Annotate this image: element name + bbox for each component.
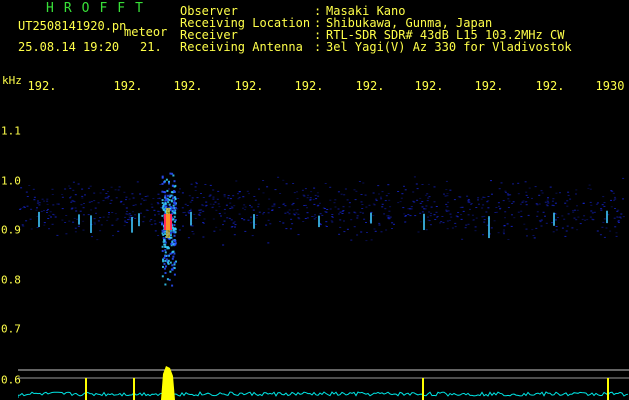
x-tick-label: 192. (173, 79, 203, 93)
noise-band (19, 176, 625, 246)
x-tick-label: 192. (414, 79, 444, 93)
x-tick-label: 192. (113, 79, 143, 93)
record-counter: 21. (140, 40, 162, 54)
x-tick-label: 1930 (595, 79, 625, 93)
record-datetime: 25.08.14 19:20 (18, 40, 120, 54)
info-value-antenna: 3el Yagi(V) Az 330 for Vladivostok (326, 40, 572, 54)
x-tick-label: 192. (27, 79, 57, 93)
file-suffix: meteor (124, 25, 168, 39)
power-trace (18, 366, 629, 400)
x-tick-label: 192. (535, 79, 565, 93)
meteor-echo (161, 172, 177, 287)
y-axis-unit: kHz (2, 74, 22, 87)
x-tick-label: 192. (355, 79, 385, 93)
program-title: HROFFT (46, 1, 153, 16)
x-tick-label: 192. (294, 79, 324, 93)
spectrogram-window: HROFFT UT2508141920.pn meteor 25.08.14 1… (0, 0, 629, 400)
spectrogram-plot (18, 172, 629, 400)
x-tick-label: 192. (474, 79, 504, 93)
x-tick-label: 192. (234, 79, 264, 93)
info-label-antenna: Receiving Antenna (180, 40, 303, 54)
info-colon: : (314, 40, 322, 54)
file-name: UT2508141920.pn (18, 19, 127, 33)
